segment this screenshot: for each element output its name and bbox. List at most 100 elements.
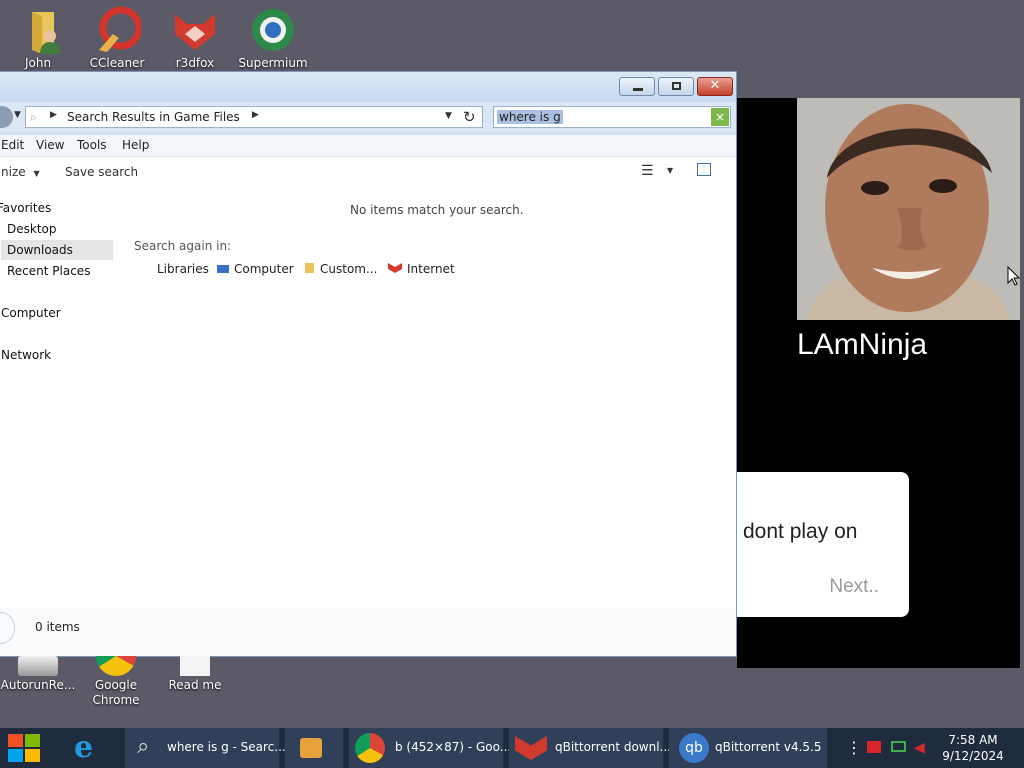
breadcrumb-chevron-icon: ▶ — [50, 110, 57, 120]
nav-desktop[interactable]: Desktop — [7, 219, 57, 239]
desktop-icon-label: John — [24, 56, 52, 70]
menu-view[interactable]: View — [36, 138, 64, 152]
search-target-internet[interactable]: Internet — [388, 262, 455, 276]
supermium-icon — [249, 6, 297, 54]
qbittorrent-icon: qb — [679, 733, 709, 763]
minimize-icon — [633, 88, 643, 91]
clock[interactable]: 7:58 AM 9/12/2024 — [938, 732, 1008, 764]
nav-computer[interactable]: Computer — [1, 303, 61, 323]
volume-muted-icon[interactable]: ◀ — [914, 740, 925, 756]
taskbar-item-qbittorrent[interactable]: qb qBittorrent v4.5.5 — [669, 728, 827, 768]
command-bar: nize ▼ Save search ☰ ▼ — [0, 156, 736, 188]
face-photo — [797, 98, 1020, 320]
taskbar-item-label: where is g - Searc... — [167, 740, 286, 754]
r3dfox-icon — [388, 263, 402, 273]
explorer-window: ✕ ▼ ⌕ ▶ Search Results in Game Files ▶ ▼… — [0, 71, 737, 657]
folder-icon — [305, 263, 314, 273]
r3dfox-icon — [515, 736, 547, 760]
maximize-icon — [672, 82, 681, 90]
desktop-icon-label: Supermium — [238, 56, 308, 70]
search-target-label: Internet — [407, 262, 455, 276]
search-again-label: Search again in: — [134, 239, 232, 253]
internet-explorer-button[interactable]: e — [70, 730, 106, 765]
back-button[interactable] — [0, 106, 13, 128]
item-count: 0 items — [35, 620, 80, 634]
taskbar-item-media[interactable] — [285, 728, 343, 768]
desktop-icon-john[interactable]: John — [0, 6, 76, 71]
save-search-button[interactable]: Save search — [65, 165, 138, 179]
nav-favorites[interactable]: Favorites — [0, 198, 51, 218]
taskbar-item-search[interactable]: ⌕ where is g - Searc... — [125, 728, 286, 768]
folder-icon: ⌕ — [30, 110, 37, 124]
organize-button[interactable]: nize ▼ — [1, 165, 40, 179]
overflow-menu-icon[interactable]: ⋮ — [846, 738, 862, 757]
history-dropdown-icon[interactable]: ▼ — [14, 110, 21, 120]
windows-logo-icon — [8, 734, 40, 762]
network-icon[interactable] — [891, 741, 906, 752]
refresh-icon[interactable]: ↻ — [463, 108, 476, 126]
address-bar[interactable]: ⌕ ▶ Search Results in Game Files ▶ ▼ ↻ — [25, 106, 483, 128]
desktop-icon-r3dfox[interactable]: r3dfox — [157, 6, 233, 71]
video-overlay: LAmNinja dont play on Next.. — [737, 98, 1020, 668]
nav-network[interactable]: Network — [1, 345, 51, 365]
ccleaner-icon — [93, 6, 143, 54]
minimize-button[interactable] — [619, 77, 655, 96]
close-button[interactable]: ✕ — [697, 77, 733, 96]
media-player-icon — [300, 738, 322, 758]
maximize-button[interactable] — [658, 77, 694, 96]
search-target-libraries[interactable]: Libraries — [157, 262, 209, 276]
menu-bar: Edit View Tools Help — [0, 135, 736, 156]
desktop-icon-label: CCleaner — [89, 56, 145, 70]
clock-date: 9/12/2024 — [942, 749, 1004, 763]
taskbar-item-chrome[interactable]: b (452×87) - Goo... — [349, 728, 511, 768]
search-icon: ⌕ — [137, 734, 150, 759]
search-target-label: Computer — [234, 262, 294, 276]
nav-downloads[interactable]: Downloads — [1, 240, 113, 260]
desktop-icon-google-chrome[interactable]: Google Chrome — [78, 656, 154, 708]
breadcrumb[interactable]: Search Results in Game Files — [67, 110, 240, 124]
clear-search-button[interactable]: × — [711, 108, 729, 126]
nav-downloads-label: Downloads — [7, 243, 73, 257]
dialog-next-button[interactable]: Next.. — [829, 576, 879, 598]
dialog-text: dont play on — [743, 520, 858, 543]
view-options-icon[interactable]: ☰ — [641, 163, 654, 179]
desktop-icon-read-me[interactable]: Read me — [157, 656, 233, 693]
title-bar[interactable]: ✕ — [0, 72, 736, 102]
desktop-icon-label: AutorunRe... — [0, 678, 76, 692]
taskbar-item-label: b (452×87) - Goo... — [395, 740, 512, 754]
clock-time: 7:58 AM — [948, 733, 998, 747]
search-target-custom[interactable]: Custom... — [305, 262, 377, 276]
desktop-icon-label: Google Chrome — [92, 678, 140, 707]
document-icon — [180, 656, 210, 676]
user-folder-icon — [14, 6, 62, 54]
drive-icon — [18, 656, 58, 676]
chevron-down-icon: ▼ — [33, 169, 40, 178]
desktop-icon-supermium[interactable]: Supermium — [235, 6, 311, 71]
search-target-computer[interactable]: Computer — [217, 262, 294, 276]
flag-icon[interactable] — [867, 741, 881, 753]
taskbar-item-qbittorrent-download[interactable]: qBittorrent downl... — [509, 728, 671, 768]
menu-edit[interactable]: Edit — [1, 138, 24, 152]
breadcrumb-chevron-icon: ▶ — [252, 110, 259, 120]
desktop-icon-label: Read me — [168, 678, 222, 692]
preview-pane-icon[interactable] — [697, 163, 711, 176]
search-target-label: Libraries — [157, 262, 209, 276]
menu-tools[interactable]: Tools — [77, 138, 107, 152]
streamer-name: LAmNinja — [797, 328, 928, 361]
address-row: ▼ ⌕ ▶ Search Results in Game Files ▶ ▼ ↻… — [0, 102, 736, 132]
search-input[interactable]: where is g × — [493, 106, 731, 128]
address-dropdown-icon[interactable]: ▼ — [445, 111, 452, 121]
search-value: where is g — [497, 110, 563, 124]
window-body: Favorites Desktop Downloads Recent Place… — [0, 188, 736, 656]
search-target-label: Custom... — [320, 262, 378, 276]
r3dfox-icon — [171, 6, 219, 54]
status-icon — [0, 612, 15, 644]
desktop-icon-autorun[interactable]: AutorunRe... — [0, 656, 76, 693]
start-button[interactable] — [8, 734, 42, 762]
menu-help[interactable]: Help — [122, 138, 149, 152]
chrome-icon — [96, 656, 136, 676]
chevron-down-icon[interactable]: ▼ — [667, 166, 673, 175]
close-icon: ✕ — [709, 78, 721, 93]
desktop-icon-ccleaner[interactable]: CCleaner — [79, 6, 155, 71]
nav-recent-places[interactable]: Recent Places — [7, 261, 90, 281]
